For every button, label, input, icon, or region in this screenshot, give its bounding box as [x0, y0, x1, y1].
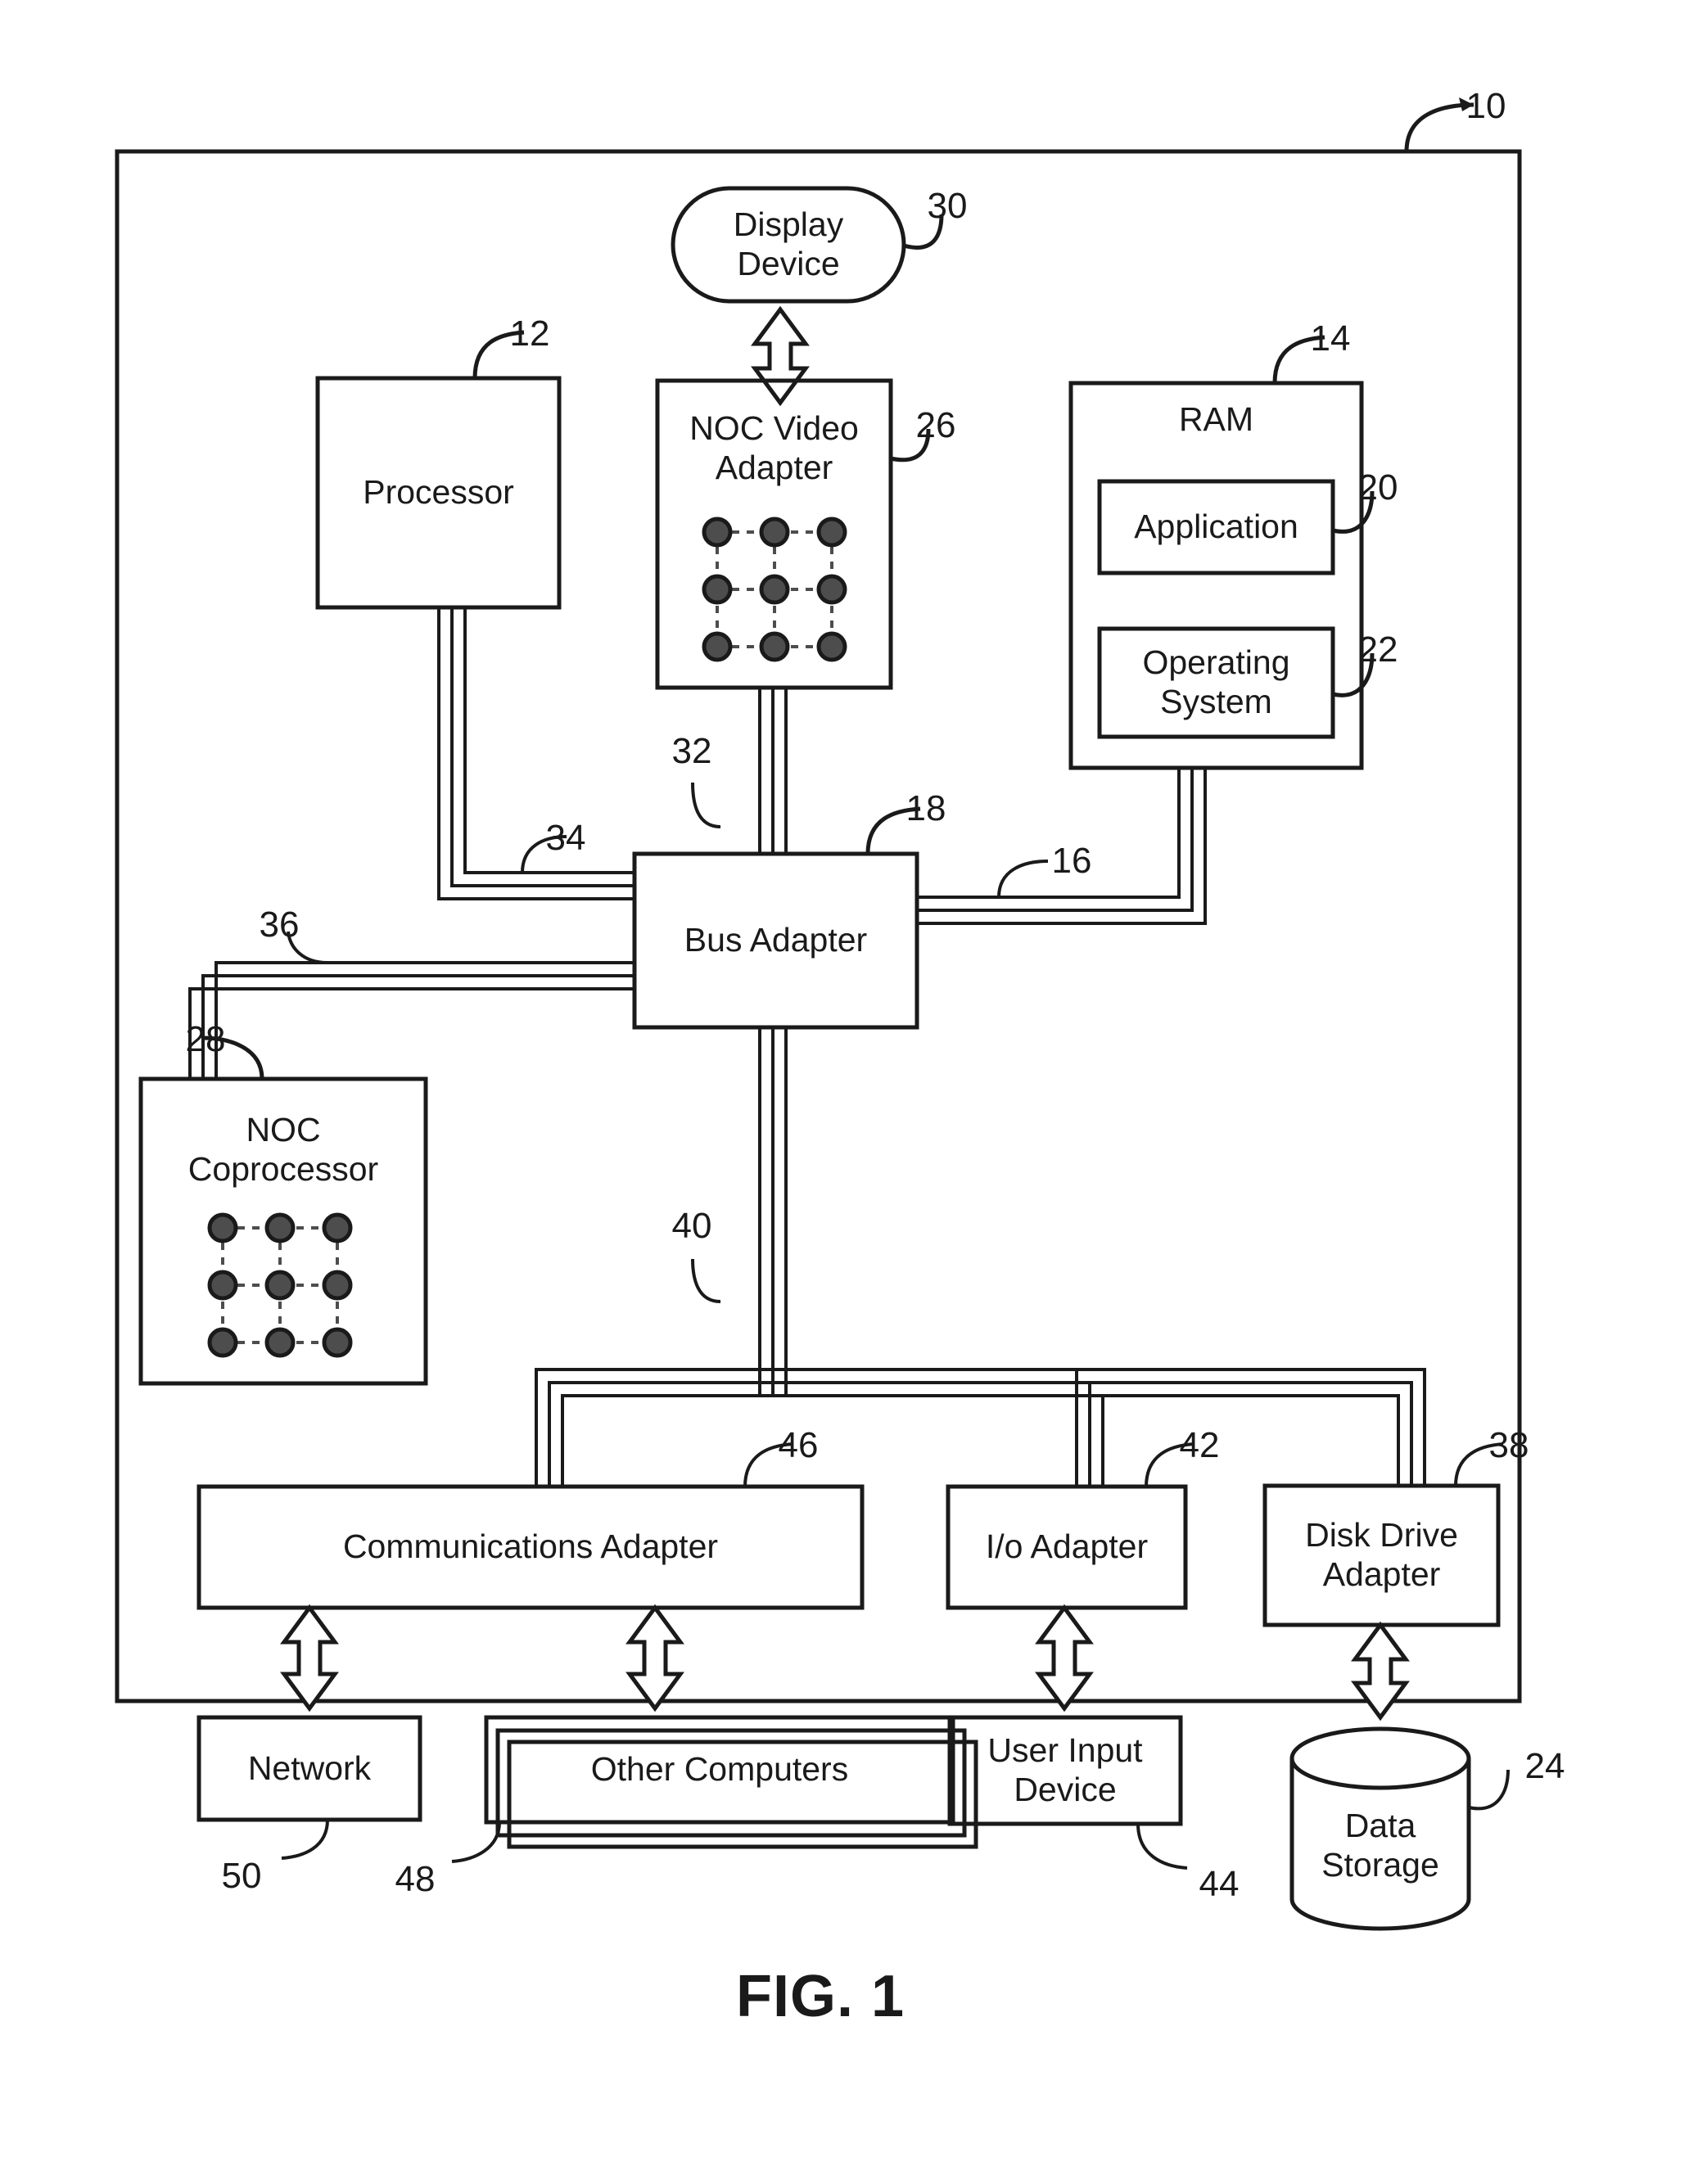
figure-svg — [115, 97, 1522, 1931]
leader-20 — [1332, 490, 1375, 534]
disk-drive-adapter-shape — [1262, 1483, 1501, 1627]
leader-16 — [997, 860, 1049, 898]
leader-18 — [865, 806, 921, 855]
network-shape — [196, 1715, 422, 1822]
user-input-device-shape — [947, 1715, 1183, 1826]
other-computers-shape — [484, 1715, 955, 1825]
leader-14 — [1272, 335, 1325, 384]
bus-adapter-shape — [632, 851, 919, 1030]
leader-46 — [743, 1442, 793, 1487]
leader-12 — [472, 330, 525, 379]
figure-canvas: Display Device Processor NOC Video Adapt… — [0, 0, 1689, 2184]
leader-30 — [903, 214, 944, 250]
leader-42 — [1145, 1442, 1194, 1487]
arrow-comm-othercomputers — [625, 1604, 684, 1712]
leader-36 — [287, 931, 328, 964]
leader-10 — [1404, 102, 1474, 152]
application-shape — [1097, 479, 1335, 575]
noc-coprocessor-mesh — [210, 1215, 350, 1356]
operating-system-shape — [1097, 626, 1335, 739]
leader-34 — [521, 835, 567, 873]
leader-44 — [1136, 1823, 1188, 1870]
arrow-comm-network — [280, 1604, 339, 1712]
communications-adapter-shape — [196, 1484, 865, 1610]
leader-28 — [202, 1036, 264, 1080]
leader-50 — [281, 1819, 329, 1860]
bus-16 — [917, 768, 1207, 925]
arrow-display-video — [751, 305, 810, 407]
bus-expansion-rail — [535, 1368, 1426, 1487]
leader-26 — [890, 428, 931, 463]
other-computers-shadow2 — [507, 1740, 978, 1849]
leader-48 — [451, 1821, 501, 1863]
ram-shape — [1068, 381, 1364, 770]
leader-38 — [1454, 1442, 1504, 1487]
bus-32 — [758, 688, 788, 854]
leader-32 — [691, 782, 721, 828]
other-computers-shadow1 — [495, 1728, 967, 1838]
leader-40 — [691, 1258, 721, 1303]
leader-22 — [1332, 652, 1375, 697]
data-storage-shape — [1289, 1726, 1471, 1931]
io-adapter-shape — [946, 1484, 1188, 1610]
arrow-disk-datastorage — [1351, 1621, 1410, 1721]
bus-34 — [437, 607, 635, 900]
processor-shape — [315, 376, 562, 610]
noc-video-mesh — [704, 519, 845, 660]
bus-40 — [758, 1027, 788, 1396]
display-device-shape — [671, 186, 906, 304]
arrow-io-userinput — [1035, 1604, 1094, 1712]
leader-24 — [1468, 1769, 1510, 1811]
